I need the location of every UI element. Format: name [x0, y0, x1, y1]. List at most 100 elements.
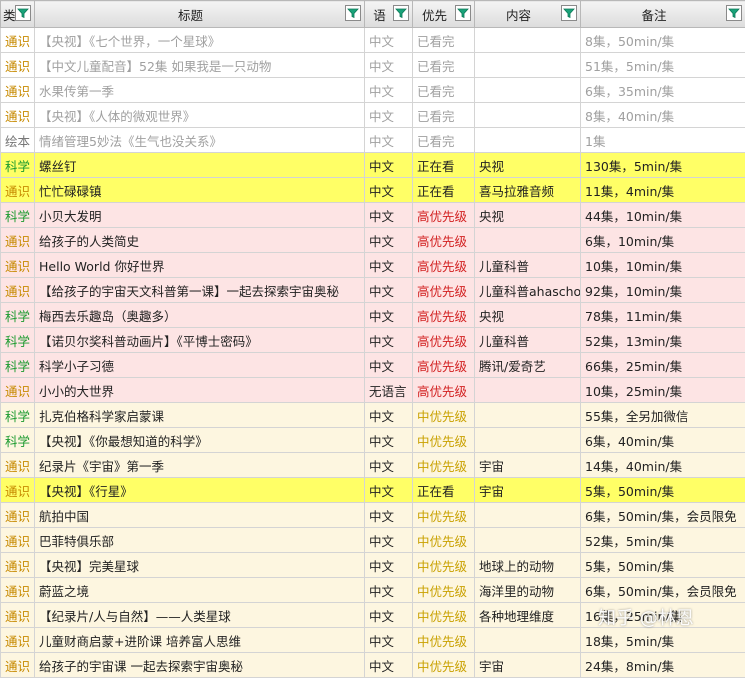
- table-row[interactable]: 科学【央视】《你最想知道的科学》中文中优先级6集，40min/集: [1, 428, 745, 453]
- cell-priority[interactable]: 中优先级: [413, 528, 475, 553]
- cell-language[interactable]: 中文: [365, 78, 413, 103]
- cell-category[interactable]: 通识: [1, 578, 35, 603]
- cell-content[interactable]: [475, 28, 581, 53]
- cell-category[interactable]: 科学: [1, 153, 35, 178]
- cell-note[interactable]: 66集，25min/集: [581, 353, 745, 378]
- cell-category[interactable]: 科学: [1, 353, 35, 378]
- table-row[interactable]: 通识【给孩子的宇宙天文科普第一课】一起去探索宇宙奥秘中文高优先级儿童科普ahas…: [1, 278, 745, 303]
- cell-category[interactable]: 科学: [1, 428, 35, 453]
- cell-note[interactable]: 1集: [581, 128, 745, 153]
- filter-icon[interactable]: [393, 5, 409, 21]
- cell-language[interactable]: 中文: [365, 103, 413, 128]
- cell-language[interactable]: 中文: [365, 353, 413, 378]
- cell-priority[interactable]: 已看完: [413, 103, 475, 128]
- cell-content[interactable]: [475, 628, 581, 653]
- cell-title[interactable]: Hello World 你好世界: [35, 253, 365, 278]
- cell-language[interactable]: 中文: [365, 478, 413, 503]
- table-row[interactable]: 科学【诺贝尔奖科普动画片】《平博士密码》中文高优先级儿童科普52集，13min/…: [1, 328, 745, 353]
- cell-category[interactable]: 通识: [1, 278, 35, 303]
- cell-priority[interactable]: 高优先级: [413, 253, 475, 278]
- cell-language[interactable]: 中文: [365, 203, 413, 228]
- cell-category[interactable]: 通识: [1, 503, 35, 528]
- cell-language[interactable]: 中文: [365, 453, 413, 478]
- table-row[interactable]: 通识航拍中国中文中优先级6集，50min/集，会员限免: [1, 503, 745, 528]
- cell-title[interactable]: 小小的大世界: [35, 378, 365, 403]
- cell-title[interactable]: 【央视】《七个世界，一个星球》: [35, 28, 365, 53]
- cell-priority[interactable]: 已看完: [413, 128, 475, 153]
- cell-category[interactable]: 通识: [1, 603, 35, 628]
- cell-note[interactable]: 6集，50min/集，会员限免: [581, 503, 745, 528]
- cell-category[interactable]: 科学: [1, 403, 35, 428]
- table-row[interactable]: 通识给孩子的宇宙课 一起去探索宇宙奥秘中文中优先级宇宙24集，8min/集: [1, 653, 745, 678]
- table-row[interactable]: 通识巴菲特俱乐部中文中优先级52集，5min/集: [1, 528, 745, 553]
- cell-title[interactable]: 水果传第一季: [35, 78, 365, 103]
- cell-title[interactable]: 【央视】《行星》: [35, 478, 365, 503]
- cell-priority[interactable]: 高优先级: [413, 303, 475, 328]
- cell-note[interactable]: 6集，35min/集: [581, 78, 745, 103]
- cell-note[interactable]: 5集，50min/集: [581, 553, 745, 578]
- cell-priority[interactable]: 高优先级: [413, 203, 475, 228]
- cell-language[interactable]: 中文: [365, 278, 413, 303]
- cell-category[interactable]: 通识: [1, 103, 35, 128]
- cell-title[interactable]: 【央视】《你最想知道的科学》: [35, 428, 365, 453]
- cell-priority[interactable]: 高优先级: [413, 353, 475, 378]
- cell-category[interactable]: 通识: [1, 653, 35, 678]
- table-row[interactable]: 通识【央视】《人体的微观世界》中文已看完 8集，40min/集: [1, 103, 745, 128]
- cell-note[interactable]: 10集，25min/集: [581, 378, 745, 403]
- cell-title[interactable]: 儿童财商启蒙+进阶课 培养富人思维: [35, 628, 365, 653]
- cell-language[interactable]: 中文: [365, 28, 413, 53]
- cell-note[interactable]: 52集，5min/集: [581, 528, 745, 553]
- table-row[interactable]: 科学小贝大发明中文高优先级央视44集，10min/集: [1, 203, 745, 228]
- cell-note[interactable]: 51集，5min/集: [581, 53, 745, 78]
- cell-content[interactable]: 宇宙: [475, 453, 581, 478]
- cell-language[interactable]: 中文: [365, 303, 413, 328]
- cell-title[interactable]: 忙忙碌碌镇: [35, 178, 365, 203]
- table-row[interactable]: 通识忙忙碌碌镇中文正在看喜马拉雅音频11集，4min/集: [1, 178, 745, 203]
- cell-title[interactable]: 科学小子习德: [35, 353, 365, 378]
- table-row[interactable]: 通识小小的大世界无语言高优先级10集，25min/集: [1, 378, 745, 403]
- filter-icon[interactable]: [345, 5, 361, 21]
- cell-content[interactable]: 各种地理维度: [475, 603, 581, 628]
- cell-priority[interactable]: 已看完: [413, 53, 475, 78]
- cell-language[interactable]: 中文: [365, 603, 413, 628]
- cell-language[interactable]: 中文: [365, 153, 413, 178]
- cell-note[interactable]: 5集，50min/集: [581, 478, 745, 503]
- cell-category[interactable]: 科学: [1, 203, 35, 228]
- table-row[interactable]: 科学扎克伯格科学家启蒙课中文中优先级55集，全另加微信: [1, 403, 745, 428]
- cell-priority[interactable]: 高优先级: [413, 278, 475, 303]
- cell-content[interactable]: [475, 128, 581, 153]
- cell-content[interactable]: 腾讯/爱奇艺: [475, 353, 581, 378]
- cell-note[interactable]: 11集，4min/集: [581, 178, 745, 203]
- cell-language[interactable]: 中文: [365, 628, 413, 653]
- table-row[interactable]: 通识纪录片《宇宙》第一季中文中优先级宇宙14集，40min/集: [1, 453, 745, 478]
- cell-content[interactable]: [475, 228, 581, 253]
- filter-icon[interactable]: [15, 5, 31, 21]
- cell-category[interactable]: 通识: [1, 253, 35, 278]
- cell-note[interactable]: 8集，40min/集: [581, 103, 745, 128]
- cell-title[interactable]: 【给孩子的宇宙天文科普第一课】一起去探索宇宙奥秘: [35, 278, 365, 303]
- cell-priority[interactable]: 中优先级: [413, 603, 475, 628]
- cell-language[interactable]: 中文: [365, 253, 413, 278]
- cell-content[interactable]: [475, 378, 581, 403]
- table-row[interactable]: 绘本情绪管理5妙法《生气也没关系》中文已看完1集: [1, 128, 745, 153]
- cell-language[interactable]: 中文: [365, 328, 413, 353]
- cell-content[interactable]: [475, 428, 581, 453]
- table-row[interactable]: 科学螺丝钉中文正在看央视130集，5min/集: [1, 153, 745, 178]
- cell-content[interactable]: 地球上的动物: [475, 553, 581, 578]
- cell-category[interactable]: 通识: [1, 78, 35, 103]
- cell-priority[interactable]: 中优先级: [413, 578, 475, 603]
- cell-priority[interactable]: 高优先级: [413, 328, 475, 353]
- cell-category[interactable]: 绘本: [1, 128, 35, 153]
- cell-note[interactable]: 24集，8min/集: [581, 653, 745, 678]
- table-row[interactable]: 通识【中文儿童配音】52集 如果我是一只动物中文已看完51集，5min/集: [1, 53, 745, 78]
- cell-content[interactable]: [475, 53, 581, 78]
- cell-priority[interactable]: 正在看: [413, 178, 475, 203]
- cell-content[interactable]: 儿童科普: [475, 328, 581, 353]
- cell-title[interactable]: 【央视】《人体的微观世界》: [35, 103, 365, 128]
- cell-title[interactable]: 【纪录片/人与自然】——人类星球: [35, 603, 365, 628]
- cell-title[interactable]: 情绪管理5妙法《生气也没关系》: [35, 128, 365, 153]
- cell-content[interactable]: 儿童科普ahaschool: [475, 278, 581, 303]
- filter-icon[interactable]: [726, 5, 742, 21]
- cell-language[interactable]: 中文: [365, 653, 413, 678]
- cell-language[interactable]: 中文: [365, 578, 413, 603]
